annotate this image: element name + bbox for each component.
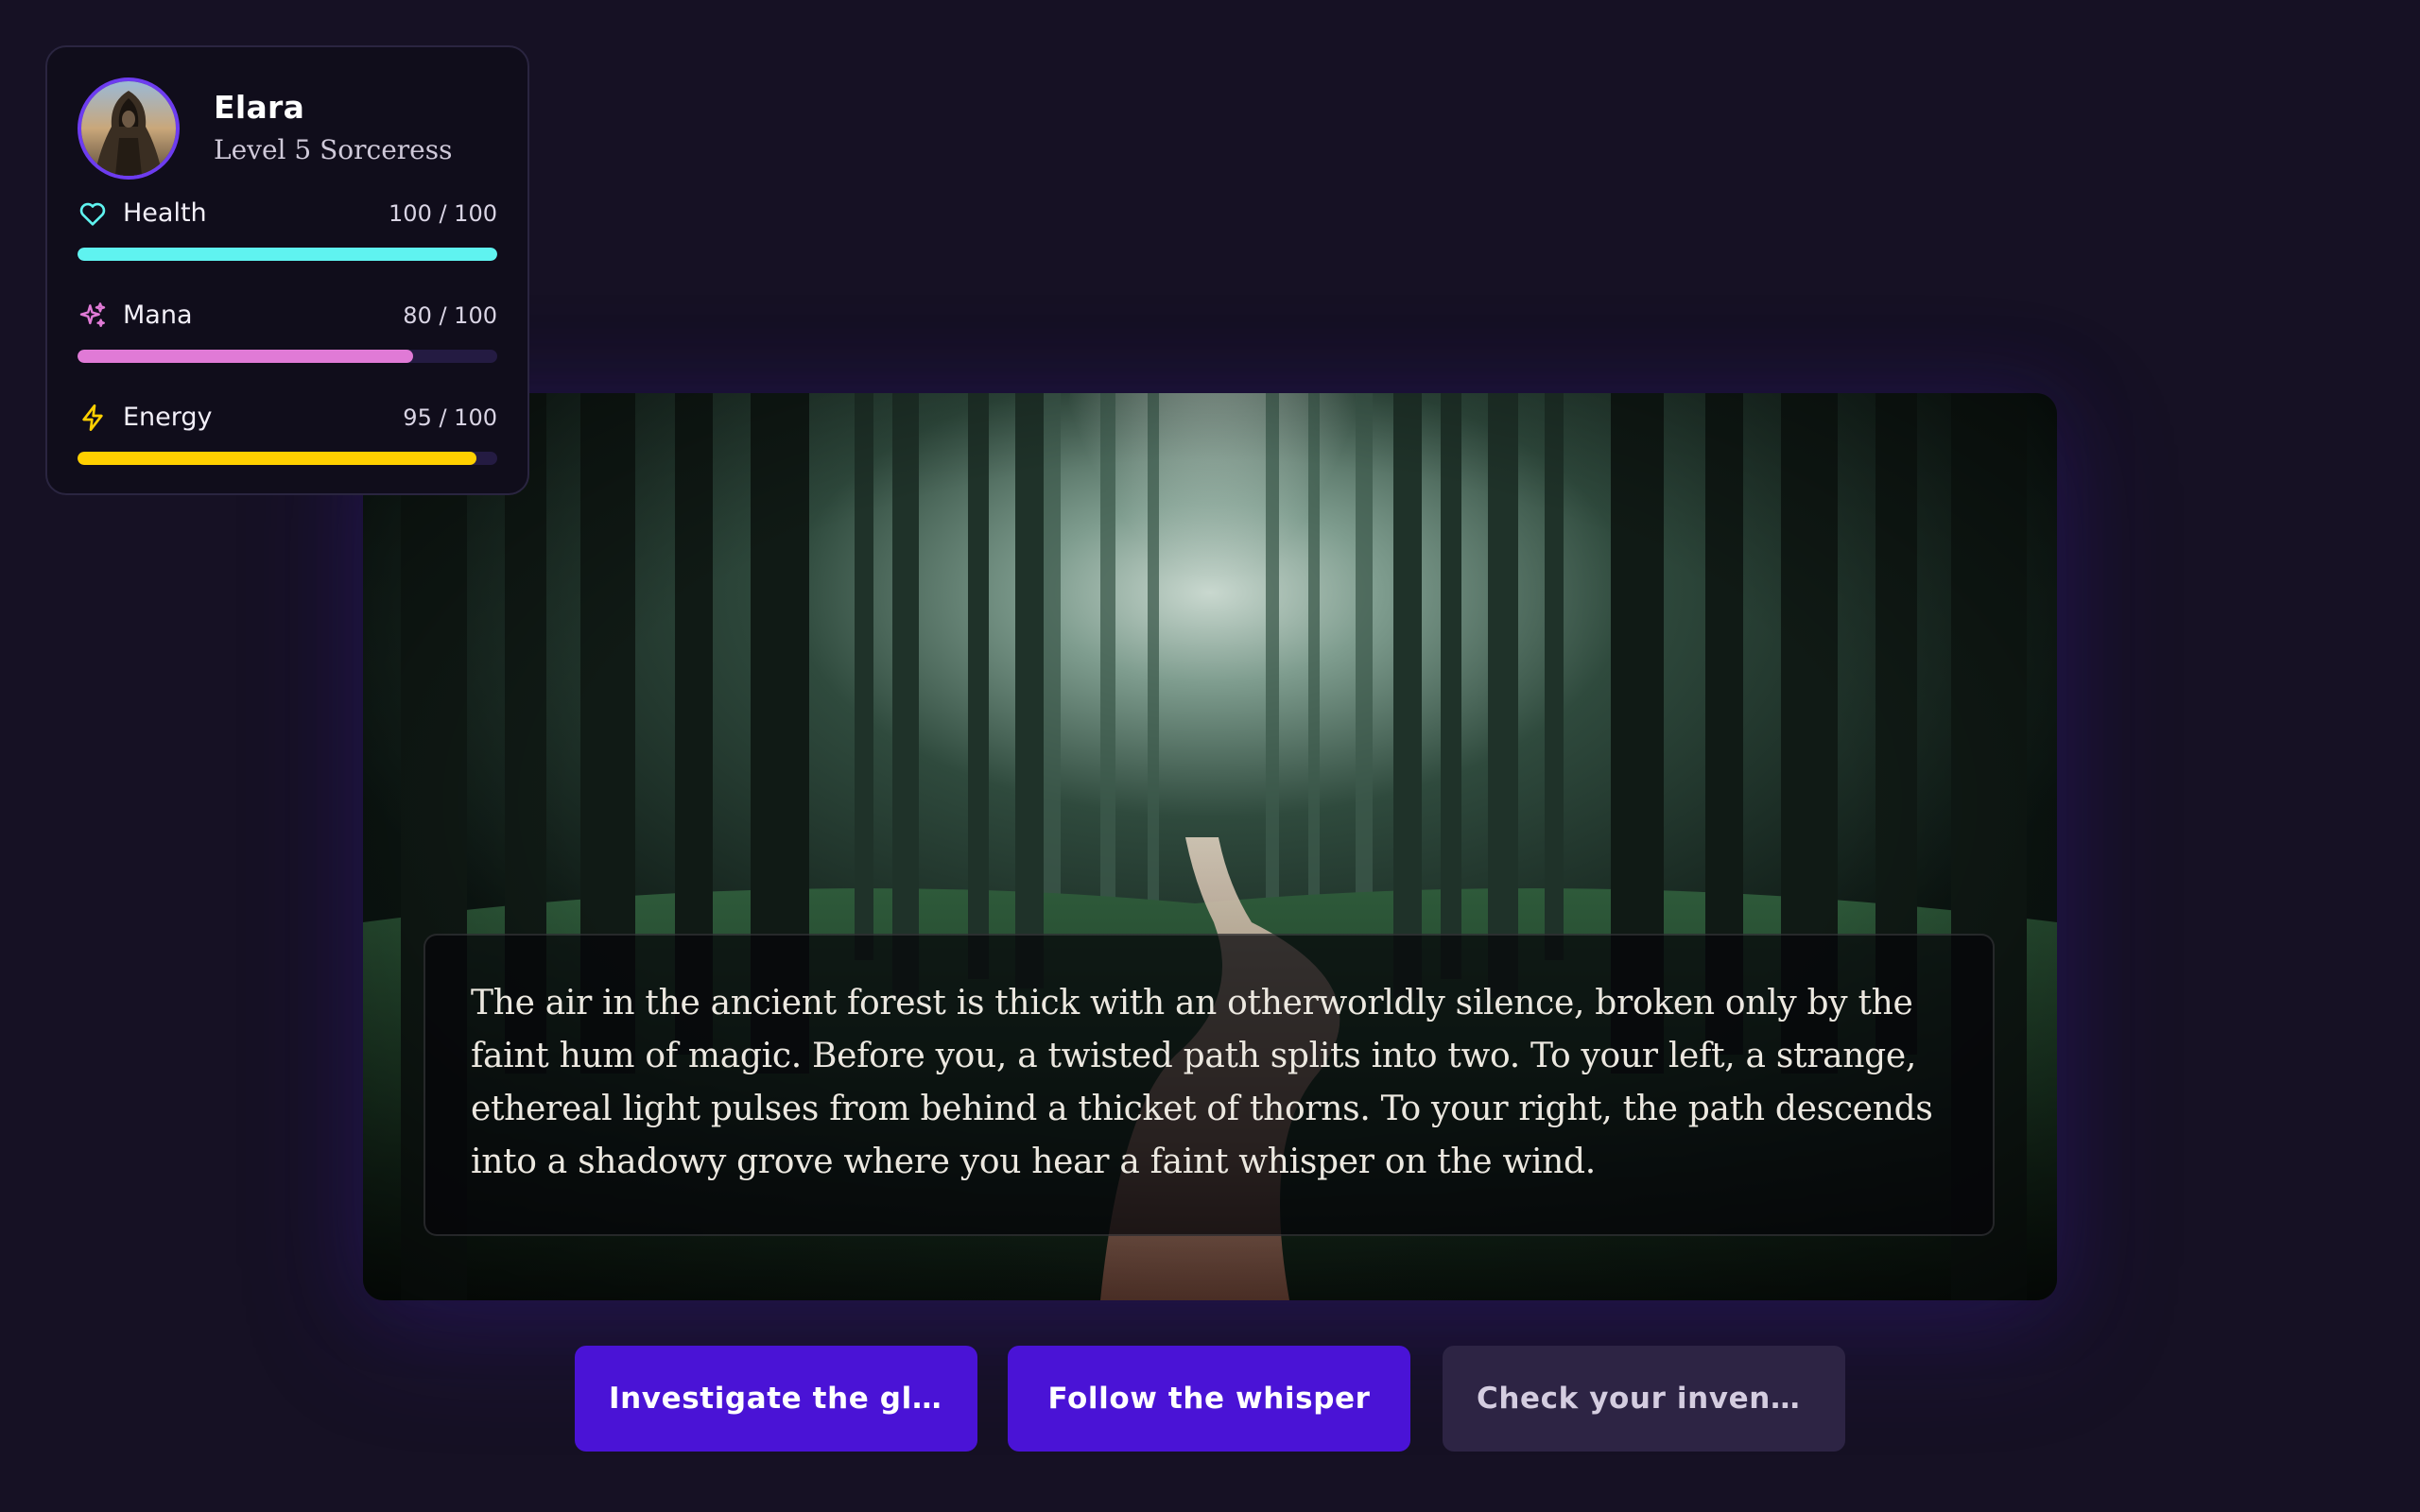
stat-value: 95 / 100 bbox=[403, 404, 497, 431]
character-class: Level 5 Sorceress bbox=[214, 134, 453, 165]
health-bar-fill bbox=[78, 248, 497, 261]
heart-icon bbox=[78, 198, 108, 229]
stat-health: Health 100 / 100 bbox=[78, 197, 497, 287]
character-card: Elara Level 5 Sorceress Health 100 / 100 bbox=[45, 45, 529, 495]
sparkles-icon bbox=[78, 301, 108, 331]
narration-box: The air in the ancient forest is thick w… bbox=[424, 934, 1995, 1236]
stat-value: 80 / 100 bbox=[403, 302, 497, 329]
character-header: Elara Level 5 Sorceress bbox=[78, 77, 497, 185]
lightning-icon bbox=[78, 403, 108, 433]
choice-buttons: Investigate the glow Follow the whisper … bbox=[575, 1346, 1845, 1452]
sorceress-portrait-icon bbox=[81, 81, 176, 176]
stat-mana: Mana 80 / 100 bbox=[78, 299, 497, 389]
stat-label: Mana bbox=[123, 301, 193, 330]
stat-label: Health bbox=[123, 198, 207, 228]
health-bar bbox=[78, 248, 497, 261]
check-inventory-button[interactable]: Check your invento... bbox=[1443, 1346, 1845, 1452]
energy-bar-fill bbox=[78, 452, 476, 465]
avatar bbox=[78, 77, 180, 180]
stat-label: Energy bbox=[123, 403, 213, 432]
game-screen: The air in the ancient forest is thick w… bbox=[0, 0, 2420, 1512]
stat-energy: Energy 95 / 100 bbox=[78, 401, 497, 491]
energy-bar bbox=[78, 452, 497, 465]
mana-bar bbox=[78, 350, 497, 363]
investigate-glow-button[interactable]: Investigate the glow bbox=[575, 1346, 977, 1452]
narration-text: The air in the ancient forest is thick w… bbox=[471, 984, 1933, 1181]
stat-value: 100 / 100 bbox=[389, 200, 497, 227]
scene-panel: The air in the ancient forest is thick w… bbox=[363, 393, 2057, 1300]
follow-whisper-button[interactable]: Follow the whisper bbox=[1008, 1346, 1410, 1452]
mana-bar-fill bbox=[78, 350, 414, 363]
character-name: Elara bbox=[214, 89, 305, 126]
